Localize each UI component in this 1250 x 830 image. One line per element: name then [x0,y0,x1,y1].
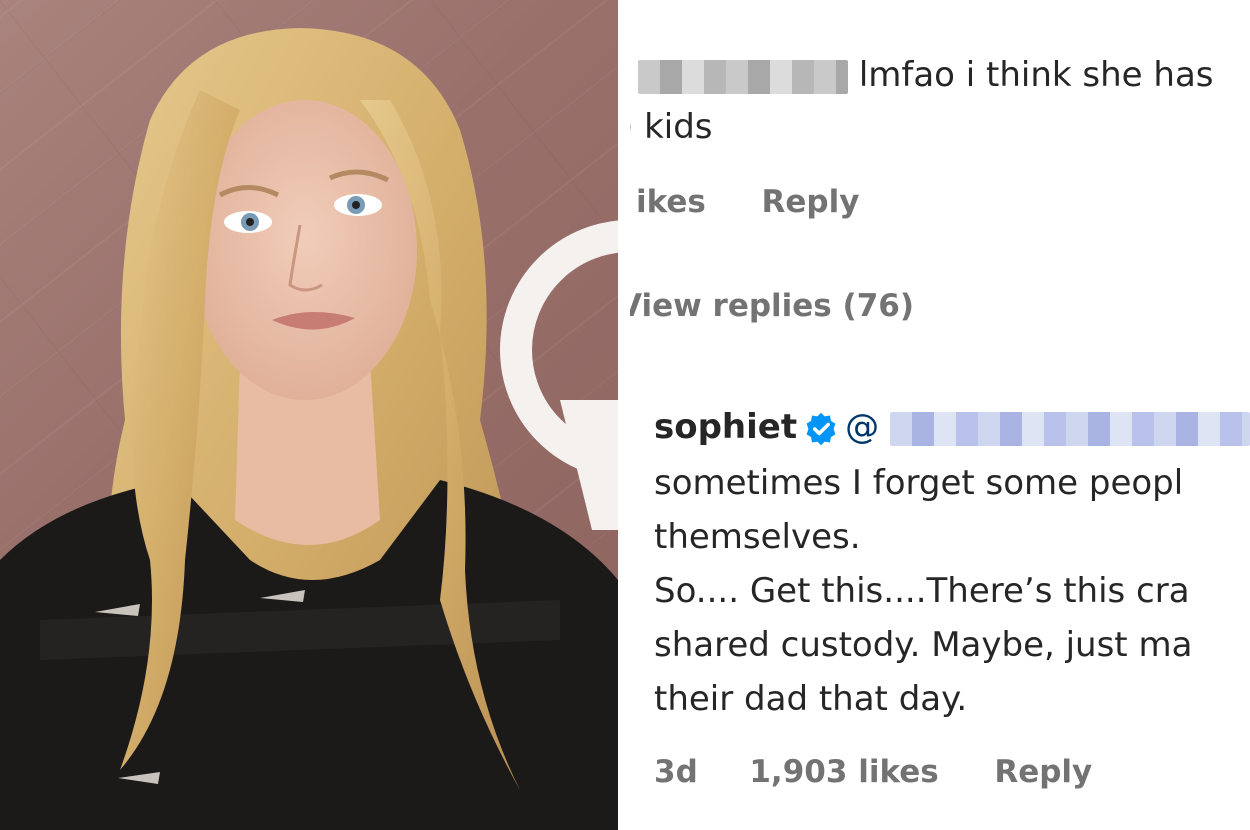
comment-two-reply-button[interactable]: Reply [994,754,1092,790]
comment-two-line2: themselves. [654,517,861,557]
comment-two-timestamp: 3d [654,754,698,790]
view-replies-label: View replies (76) [630,288,915,324]
comment-one-line1: lmfao i think she has [638,48,1214,102]
comment-two-likes[interactable]: 1,903 likes [749,754,938,790]
panel-divider [618,0,630,830]
verified-badge-icon [806,412,836,445]
blurred-mention [889,411,1250,446]
mention-prefix[interactable]: @ [845,407,879,447]
comment-one-actions: ikes Reply [636,184,859,220]
comment-two-actions: 3d 1,903 likes Reply [654,754,1092,790]
woman-portrait [0,28,618,830]
instagram-comments-panel: lmfao i think she has ) kids ikes Reply … [630,0,1250,830]
comment-one-likes[interactable]: ikes [636,184,706,220]
blurred-username [638,59,848,94]
comment-two-line3: So.... Get this....There’s this cra [654,571,1190,611]
comment-two-line4: shared custody. Maybe, just ma [654,625,1193,665]
celebrity-photo [0,0,618,830]
comment-two-header: sophiet @ [654,400,1250,454]
view-replies-link[interactable]: View replies (76) [630,288,914,324]
comment-one-text-line2: kids [644,107,713,147]
comment-one-reply-button[interactable]: Reply [761,184,859,220]
comment-two-line1: sometimes I forget some peopl [654,463,1184,503]
comment-two-line5: their dad that day. [654,679,968,719]
comment-two-username[interactable]: sophiet [654,407,797,447]
comment-one-text: lmfao i think she has [858,55,1214,95]
comment-one-line2: ) kids [630,100,713,154]
